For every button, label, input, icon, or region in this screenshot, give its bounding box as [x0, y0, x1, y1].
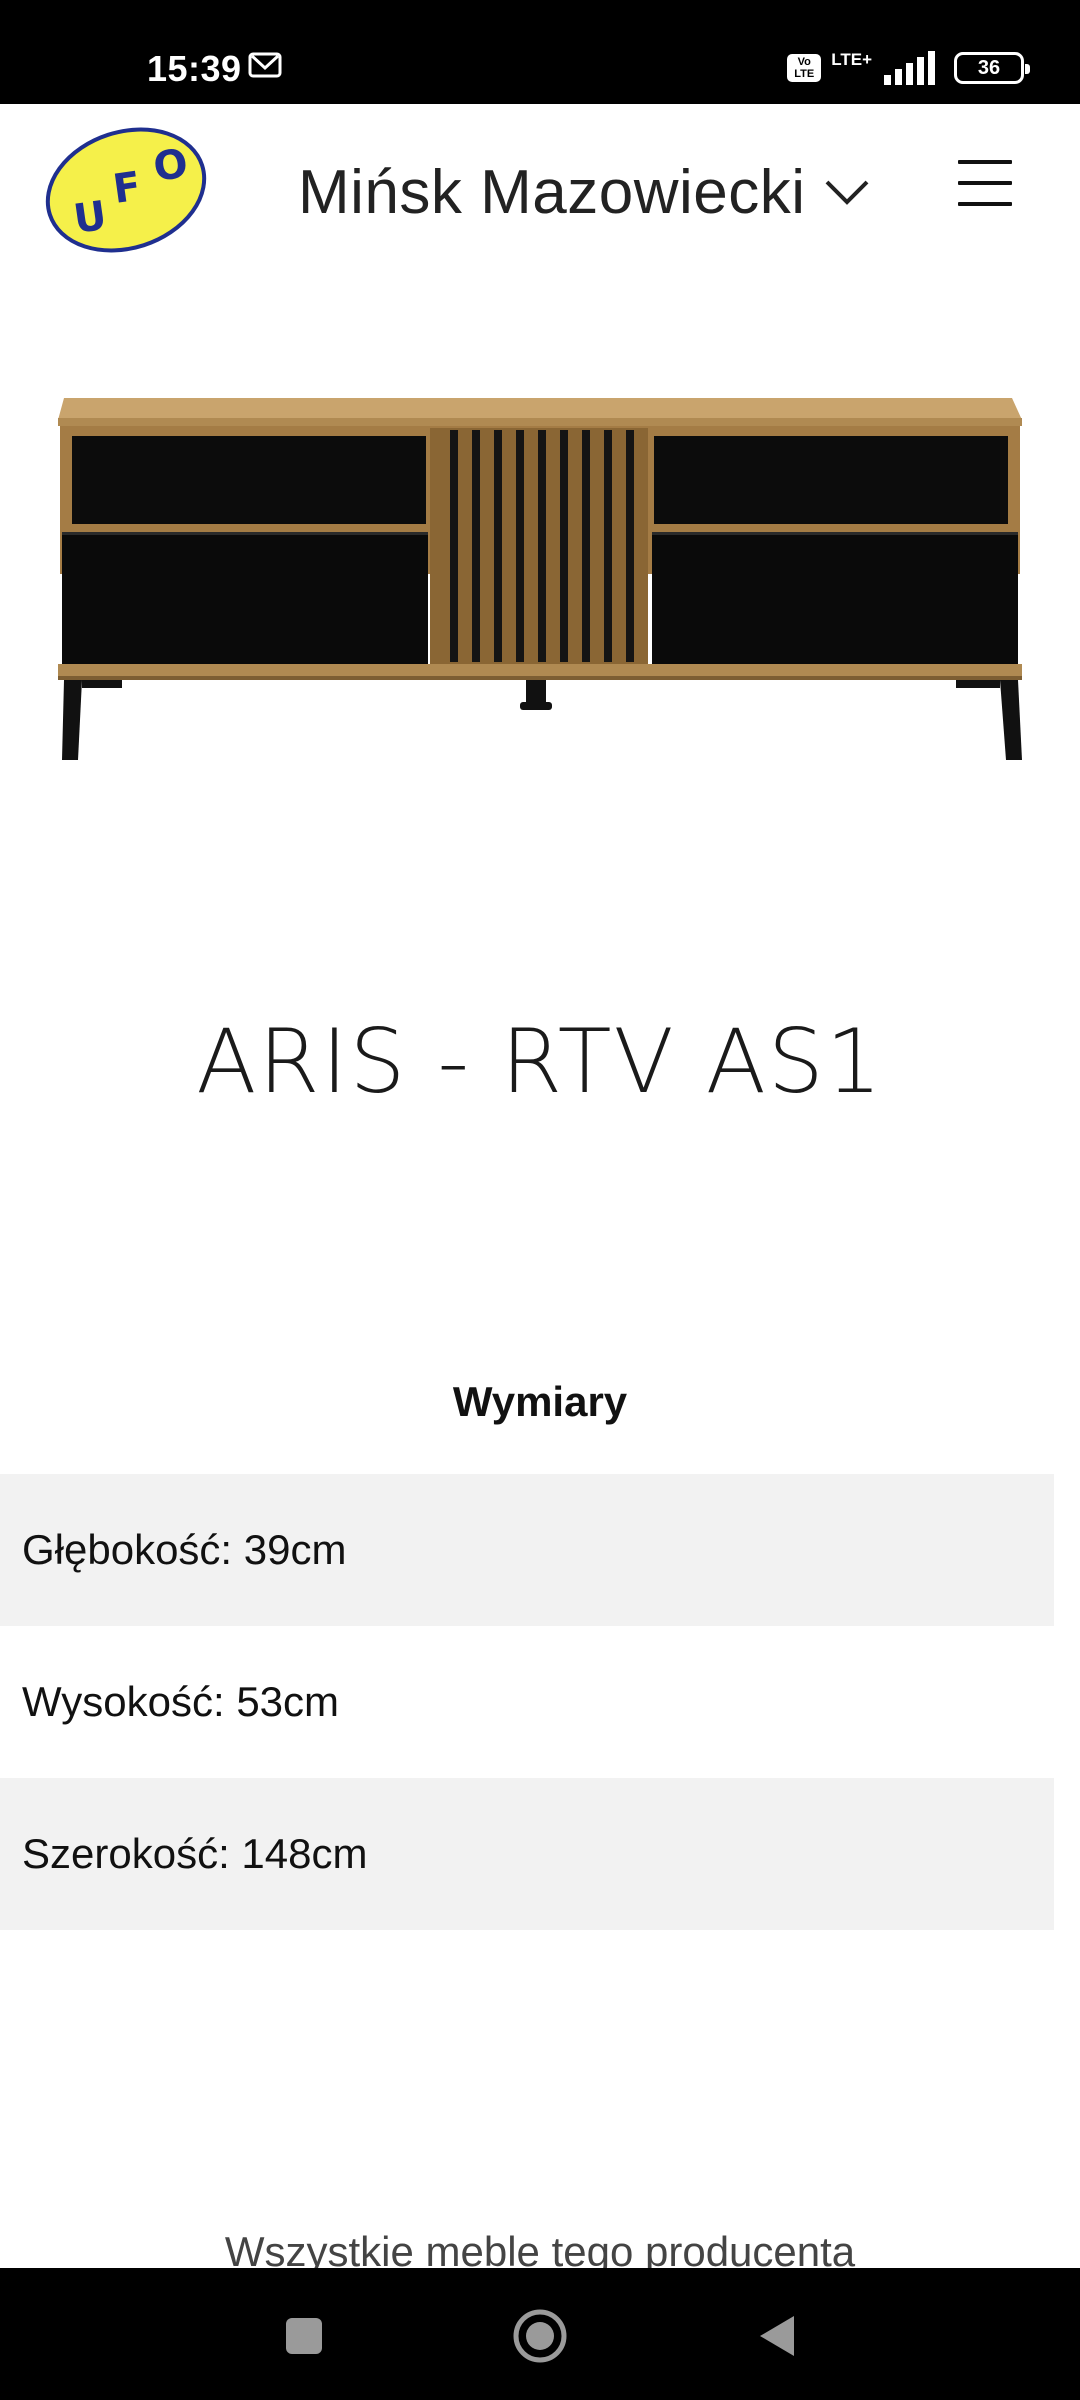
- dimension-row-depth: Głębokość: 39cm: [0, 1474, 1054, 1626]
- dimensions-table: Głębokość: 39cm Wysokość: 53cm Szerokość…: [0, 1474, 1054, 1930]
- mail-icon: [248, 52, 282, 78]
- status-bar: 15:39 Vo LTE LTE+ 36: [0, 0, 1080, 104]
- back-icon[interactable]: [746, 2306, 806, 2366]
- battery-icon: 36: [954, 52, 1030, 84]
- status-time: 15:39: [147, 48, 242, 89]
- dimensions-heading: Wymiary: [452, 1378, 628, 1425]
- hamburger-menu-icon[interactable]: [958, 160, 1014, 210]
- status-indicators: Vo LTE LTE+ 36: [787, 48, 1030, 88]
- signal-icon: [884, 51, 935, 85]
- ufo-logo[interactable]: U F O: [42, 124, 210, 256]
- home-icon[interactable]: [510, 2306, 570, 2366]
- dimension-row-width: Szerokość: 148cm: [0, 1778, 1054, 1930]
- dimension-row-height: Wysokość: 53cm: [22, 1678, 340, 1725]
- svg-text:U: U: [71, 193, 110, 243]
- navigation-bar: [0, 2268, 1080, 2400]
- location-selector[interactable]: Mińsk Mazowiecki: [298, 154, 870, 230]
- site-header: U F O Mińsk Mazowiecki: [0, 104, 1080, 274]
- volte-badge: Vo LTE: [787, 54, 822, 82]
- svg-text:O: O: [151, 141, 191, 191]
- network-type: LTE+: [831, 50, 872, 69]
- chevron-down-icon: [825, 180, 868, 205]
- recent-apps-icon[interactable]: [274, 2306, 334, 2366]
- tv-cabinet-product-image: [58, 398, 1022, 760]
- battery-level: 36: [977, 56, 1001, 79]
- product-title: ARIS - RTV AS1: [196, 1010, 884, 1113]
- location-label: Mińsk Mazowiecki: [298, 157, 806, 227]
